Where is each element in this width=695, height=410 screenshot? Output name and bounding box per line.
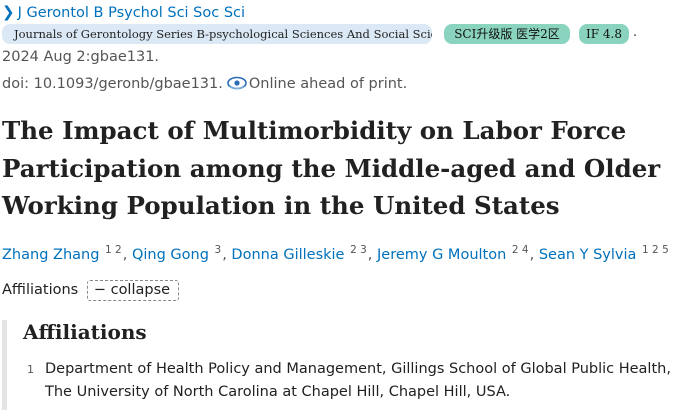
affiliations-toggle-row: Affiliations − collapse xyxy=(2,280,180,301)
author-affiliation-refs[interactable]: 1 2 xyxy=(105,244,122,256)
journal-link[interactable]: ❯ J Gerontol B Psychol Sci Soc Sci xyxy=(2,3,245,21)
author-link[interactable]: Qing Gong xyxy=(132,247,209,263)
eye-icon xyxy=(227,76,247,94)
publication-date: 2024 Aug 2:gbae131. xyxy=(2,49,160,65)
doi-line: doi: 10.1093/geronb/gbae131. Online ahead… xyxy=(2,76,407,94)
author-affiliation-refs[interactable]: 2 4 xyxy=(512,244,529,256)
affiliations-panel: Affiliations 1 Department of Health Poli… xyxy=(2,320,695,410)
author-affiliation-refs[interactable]: 3 xyxy=(215,244,222,256)
author-affiliation-refs[interactable]: 1 2 5 xyxy=(642,244,669,256)
journal-abbrev: J Gerontol B Psychol Sci Soc Sci xyxy=(17,5,246,21)
minus-icon: − xyxy=(93,282,106,298)
affiliation-item: 1 Department of Health Policy and Manage… xyxy=(27,358,692,404)
doi-text: doi: 10.1093/geronb/gbae131. xyxy=(2,76,223,92)
affiliation-number: 1 xyxy=(27,363,34,376)
chevron-right-icon: ❯ xyxy=(2,3,15,21)
author-link[interactable]: Jeremy G Moulton xyxy=(377,247,506,263)
affiliations-heading: Affiliations xyxy=(23,320,147,344)
collapse-button[interactable]: − collapse xyxy=(86,280,180,301)
sci-rank-badge: SCI升级版 医学2区 xyxy=(444,24,570,44)
author-list: Zhang Zhang 1 2, Qing Gong 3, Donna Gill… xyxy=(2,244,669,263)
online-status: Online ahead of print. xyxy=(248,76,408,92)
affiliation-text: Department of Health Policy and Manageme… xyxy=(45,361,671,400)
author-affiliation-refs[interactable]: 2 3 xyxy=(350,244,367,256)
journal-full-name-tag: Journals of Gerontology Series B-psychol… xyxy=(2,24,432,44)
affiliations-label: Affiliations xyxy=(2,282,79,298)
author-link[interactable]: Zhang Zhang xyxy=(2,247,99,263)
author-link[interactable]: Sean Y Sylvia xyxy=(539,247,637,263)
article-title: The Impact of Multimorbidity on Labor Fo… xyxy=(2,116,661,220)
tag-separator: . xyxy=(633,25,638,40)
collapse-label: collapse xyxy=(110,282,171,298)
impact-factor-badge: IF 4.8 xyxy=(579,24,629,44)
author-link[interactable]: Donna Gilleskie xyxy=(231,247,344,263)
